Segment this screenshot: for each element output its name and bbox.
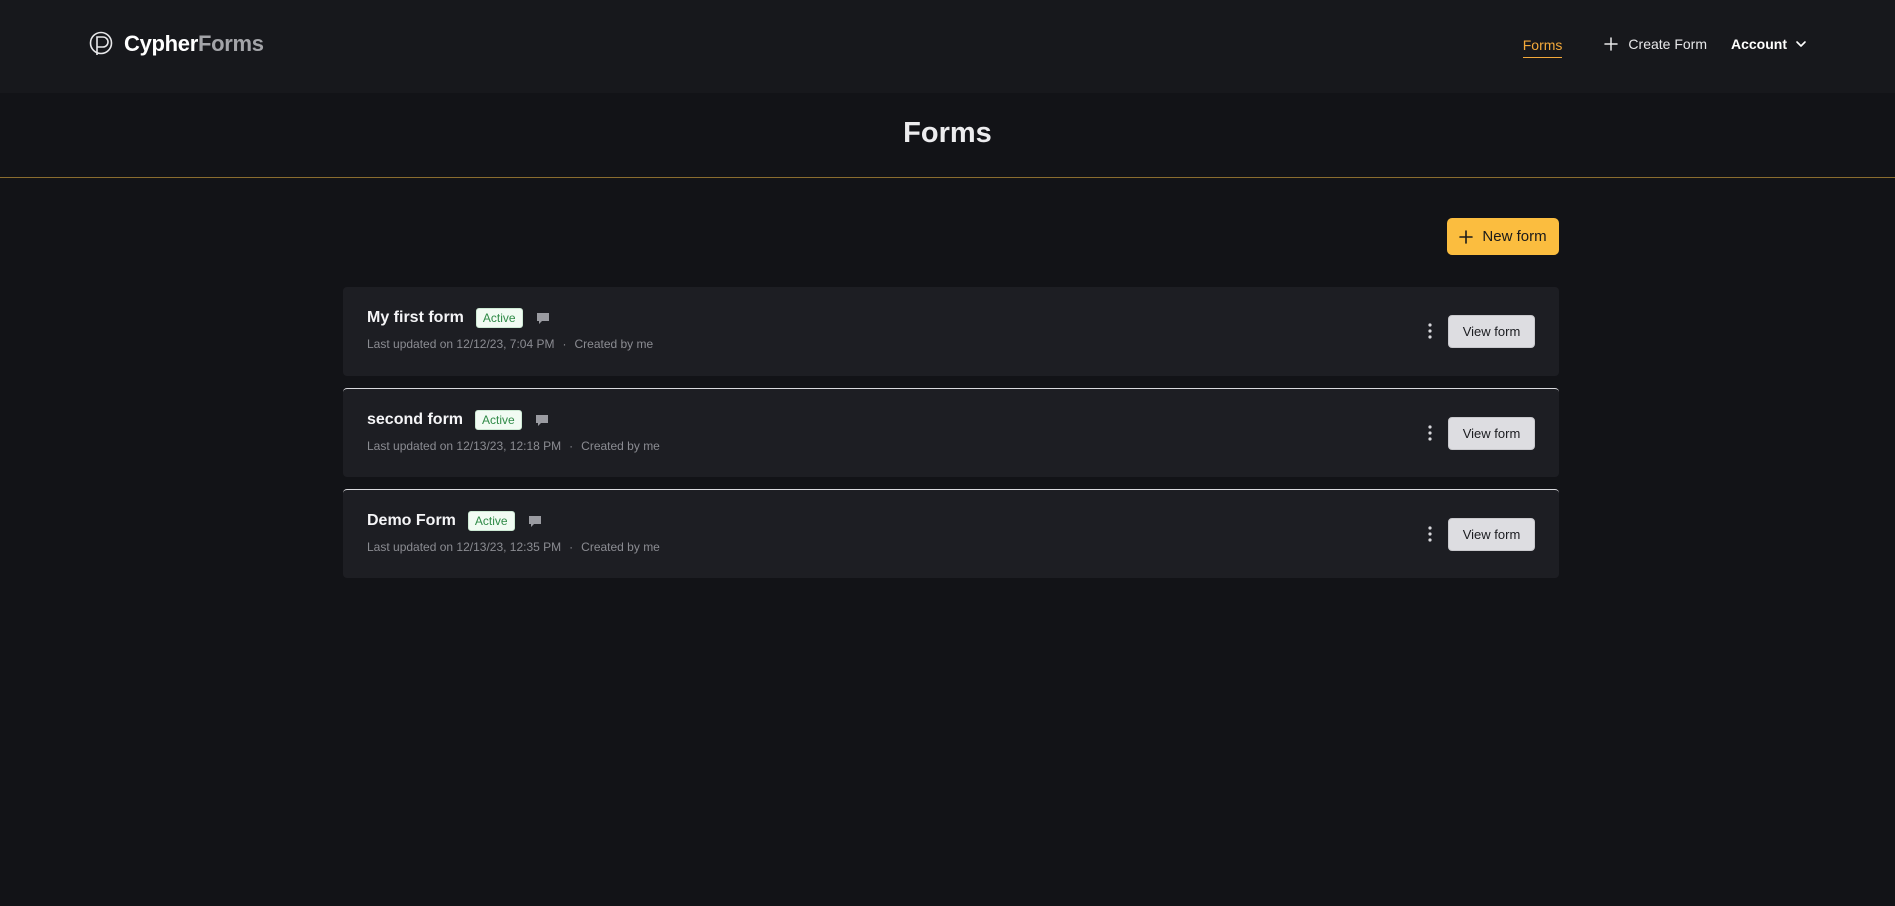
page-header: Forms [0, 93, 1895, 178]
form-name[interactable]: My first form [367, 309, 464, 327]
brand-logo[interactable]: CypherForms [88, 28, 264, 60]
form-name[interactable]: second form [367, 411, 463, 429]
form-created-by-text: Created by me [574, 337, 654, 351]
view-form-button[interactable]: View form [1448, 518, 1535, 551]
meta-separator: · [569, 540, 574, 554]
plus-icon [1604, 37, 1619, 51]
comment-icon[interactable] [527, 513, 543, 529]
form-card: My first form Active Last updated on 12/… [343, 287, 1559, 376]
form-updated-text: Last updated on 12/12/23, 7:04 PM [367, 337, 555, 351]
more-options-icon[interactable] [1427, 321, 1433, 341]
form-meta: Last updated on 12/13/23, 12:35 PM · Cre… [367, 540, 660, 554]
new-form-button[interactable]: New form [1447, 218, 1559, 255]
form-card: second form Active Last updated on 12/13… [343, 388, 1559, 477]
status-badge: Active [467, 511, 515, 531]
form-card: Demo Form Active Last updated on 12/13/2… [343, 489, 1559, 578]
comment-icon[interactable] [535, 310, 551, 326]
form-card-title-row: Demo Form Active [367, 510, 543, 532]
chevron-down-icon [1796, 41, 1806, 47]
more-options-icon[interactable] [1427, 423, 1433, 443]
form-created-by-text: Created by me [581, 540, 660, 554]
brand-name: CypherForms [124, 31, 264, 57]
form-meta: Last updated on 12/13/23, 12:18 PM · Cre… [367, 439, 660, 453]
account-menu-button[interactable]: Account [1731, 36, 1807, 52]
account-label: Account [1731, 36, 1787, 52]
form-list: My first form Active Last updated on 12/… [343, 287, 1559, 590]
view-form-button[interactable]: View form [1448, 417, 1535, 450]
main-nav: Forms Create Form Account [1522, 30, 1807, 58]
form-updated-text: Last updated on 12/13/23, 12:35 PM [367, 540, 562, 554]
meta-separator: · [569, 439, 574, 453]
form-card-title-row: My first form Active [367, 307, 551, 329]
form-created-by-text: Created by me [581, 439, 660, 453]
form-name[interactable]: Demo Form [367, 512, 456, 530]
brand-name-part1: Cypher [124, 31, 198, 56]
nav-forms-link[interactable]: Forms [1522, 37, 1563, 58]
meta-separator: · [562, 337, 567, 351]
plus-icon [1459, 229, 1474, 244]
nav-create-form-label: Create Form [1628, 36, 1707, 52]
cypherforms-logo-icon [89, 31, 113, 55]
form-updated-text: Last updated on 12/13/23, 12:18 PM [367, 439, 562, 453]
brand-name-part2: Forms [198, 31, 264, 56]
top-navigation-bar: CypherForms Forms Create Form Account [0, 0, 1895, 93]
new-form-label: New form [1482, 228, 1547, 245]
nav-create-form-link[interactable]: Create Form [1604, 36, 1707, 52]
more-options-icon[interactable] [1427, 524, 1433, 544]
form-card-title-row: second form Active [367, 409, 550, 431]
view-form-button[interactable]: View form [1448, 315, 1535, 348]
page-title: Forms [903, 116, 992, 149]
comment-icon[interactable] [534, 412, 550, 428]
status-badge: Active [475, 308, 523, 328]
form-meta: Last updated on 12/12/23, 7:04 PM · Crea… [367, 337, 653, 351]
status-badge: Active [475, 410, 522, 430]
